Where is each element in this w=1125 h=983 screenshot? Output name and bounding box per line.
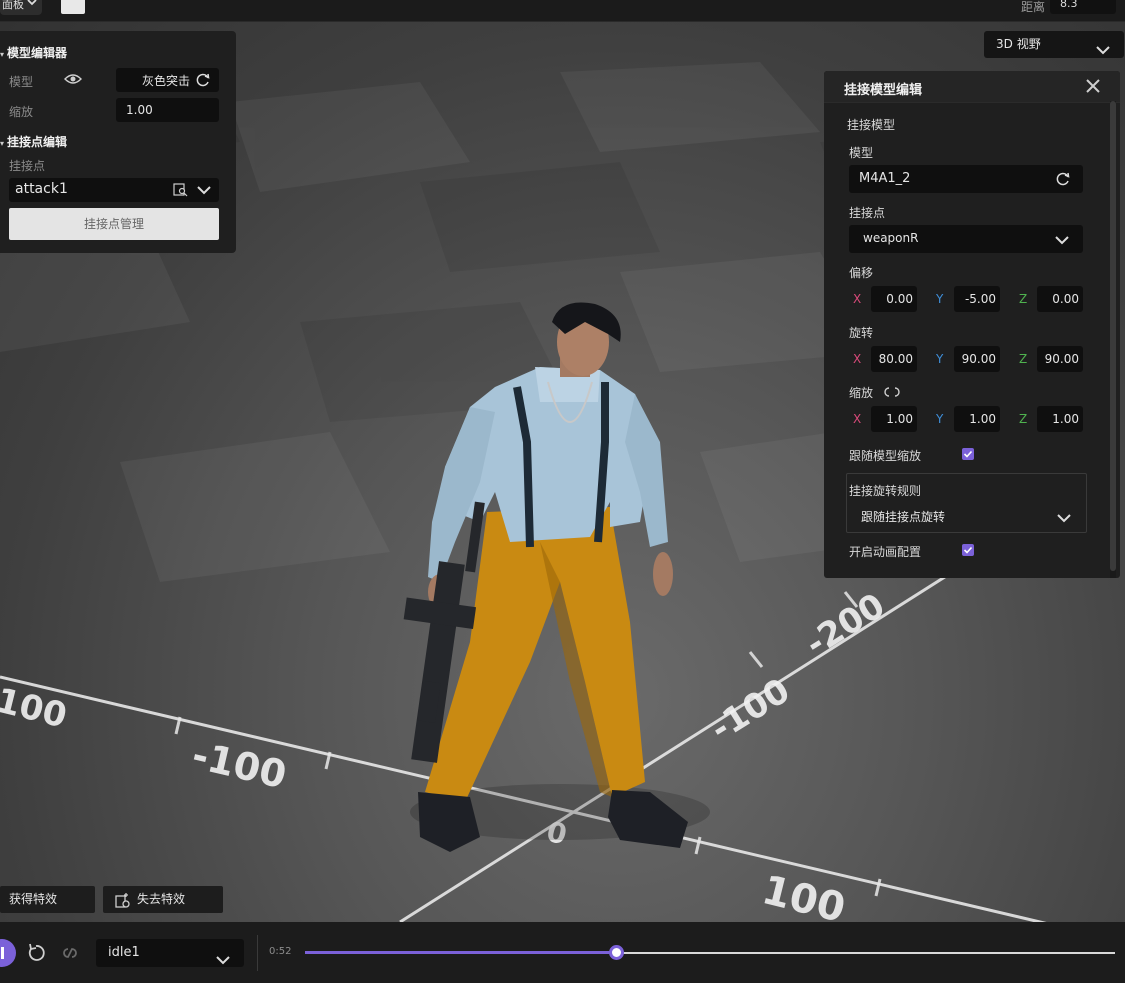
offset-z-axis-label: Z bbox=[1019, 292, 1028, 306]
rotation-rule-dropdown[interactable]: 跟随挂接点旋转 bbox=[848, 502, 1085, 530]
divider bbox=[257, 935, 258, 971]
offset-y-input[interactable]: -5.00 bbox=[954, 286, 1000, 312]
check-icon bbox=[963, 450, 973, 458]
attach-point-dropdown[interactable]: weaponR bbox=[849, 225, 1083, 253]
model-label: 模型 bbox=[849, 146, 874, 160]
offset-label: 偏移 bbox=[849, 266, 874, 280]
color-swatch-button[interactable] bbox=[61, 0, 85, 14]
gain-effect-button[interactable]: 获得特效 bbox=[0, 886, 95, 913]
attach-model-value: M4A1_2 bbox=[859, 171, 911, 186]
attach-point-value: weaponR bbox=[863, 231, 919, 245]
scrollbar-thumb[interactable] bbox=[1110, 101, 1116, 571]
attach-point-value: attack1 bbox=[15, 181, 68, 197]
scale-y-input[interactable]: 1.00 bbox=[954, 406, 1000, 432]
scale-x-axis-label: X bbox=[853, 412, 862, 426]
pause-button[interactable] bbox=[0, 939, 16, 967]
anim-config-checkbox[interactable] bbox=[962, 544, 974, 556]
attach-model-editor-dialog: 挂接模型编辑 挂接模型 模型 M4A1_2 挂接点 weaponR 偏移 X 0… bbox=[824, 71, 1120, 578]
rotation-label: 旋转 bbox=[849, 326, 874, 340]
animation-dropdown[interactable]: idle1 bbox=[96, 939, 244, 967]
effect-remove-icon bbox=[115, 892, 131, 919]
attach-point-editor-title[interactable]: ▾ 挂接点编辑 bbox=[0, 133, 67, 150]
animation-value: idle1 bbox=[108, 945, 140, 960]
rotation-z-input[interactable]: 90.00 bbox=[1037, 346, 1083, 372]
link-icon[interactable] bbox=[883, 386, 901, 400]
rotation-x-input[interactable]: 80.00 bbox=[871, 346, 917, 372]
eye-icon[interactable] bbox=[64, 72, 82, 89]
distance-label: 距离 bbox=[1021, 0, 1046, 14]
rotation-rule-value: 跟随挂接点旋转 bbox=[861, 510, 946, 524]
time-display: 0:52 bbox=[269, 946, 292, 957]
scale-z-input[interactable]: 1.00 bbox=[1037, 406, 1083, 432]
scale-label: 缩放 bbox=[849, 386, 874, 400]
chevron-down-icon bbox=[216, 948, 230, 976]
ground-label-3: -200 bbox=[799, 586, 892, 665]
ground-label-4: -100 bbox=[704, 671, 797, 750]
rotation-x-axis-label: X bbox=[853, 352, 862, 366]
model-editor-panel: ▾ 模型编辑器 模型 灰色突击 缩放 1.00 ▾ 挂接点编辑 挂接点 attack… bbox=[0, 31, 236, 253]
panel-dropdown-label: 面板 bbox=[2, 0, 24, 11]
offset-y-axis-label: Y bbox=[936, 292, 944, 306]
timeline-progress-fill bbox=[305, 951, 617, 954]
chevron-down-icon bbox=[1055, 234, 1069, 248]
locate-icon[interactable] bbox=[173, 183, 188, 200]
panel-dropdown[interactable]: 面板 bbox=[0, 0, 42, 15]
dialog-title: 挂接模型编辑 bbox=[844, 83, 923, 98]
collapse-triangle-icon: ▾ bbox=[0, 139, 5, 148]
refresh-icon[interactable] bbox=[1055, 171, 1071, 190]
manage-attach-points-button[interactable]: 挂接点管理 bbox=[9, 208, 219, 240]
scale-z-axis-label: Z bbox=[1019, 412, 1028, 426]
model-select-field[interactable]: 灰色突击 bbox=[116, 68, 219, 92]
offset-z-input[interactable]: 0.00 bbox=[1037, 286, 1083, 312]
offset-x-input[interactable]: 0.00 bbox=[871, 286, 917, 312]
rotation-rule-label: 挂接旋转规则 bbox=[849, 484, 922, 498]
gain-effect-label: 获得特效 bbox=[9, 892, 58, 906]
lose-effect-button[interactable]: 失去特效 bbox=[103, 886, 223, 913]
view-mode-dropdown[interactable]: 3D 视野 bbox=[984, 31, 1124, 58]
attach-point-label: 挂接点 bbox=[9, 159, 46, 173]
dialog-scrollbar[interactable] bbox=[1110, 101, 1116, 578]
replay-icon[interactable] bbox=[26, 943, 46, 966]
model-label: 模型 bbox=[9, 75, 34, 89]
loop-icon[interactable] bbox=[60, 945, 80, 964]
scale-y-axis-label: Y bbox=[936, 412, 944, 426]
rotation-y-axis-label: Y bbox=[936, 352, 944, 366]
dialog-header[interactable]: 挂接模型编辑 bbox=[824, 71, 1120, 103]
rotation-y-input[interactable]: 90.00 bbox=[954, 346, 1000, 372]
top-toolbar: 面板 距离 8.3 bbox=[0, 0, 1125, 22]
check-icon bbox=[963, 546, 973, 554]
distance-value-field[interactable]: 8.3 bbox=[1050, 0, 1116, 14]
chevron-down-icon bbox=[1096, 38, 1110, 65]
refresh-icon[interactable] bbox=[195, 72, 211, 91]
follow-scale-checkbox[interactable] bbox=[962, 448, 974, 460]
attach-point-dropdown[interactable]: attack1 bbox=[9, 178, 219, 202]
offset-x-axis-label: X bbox=[853, 292, 862, 306]
model-value: 灰色突击 bbox=[142, 74, 191, 88]
rotation-rule-group: 挂接旋转规则 跟随挂接点旋转 bbox=[846, 473, 1087, 533]
attach-model-field[interactable]: M4A1_2 bbox=[849, 165, 1083, 193]
close-icon[interactable] bbox=[1084, 77, 1102, 95]
follow-scale-label: 跟随模型缩放 bbox=[849, 449, 922, 463]
scale-input[interactable]: 1.00 bbox=[116, 98, 219, 122]
chevron-down-icon bbox=[26, 0, 38, 9]
chevron-down-icon bbox=[1057, 512, 1071, 526]
scale-x-input[interactable]: 1.00 bbox=[871, 406, 917, 432]
scale-label: 缩放 bbox=[9, 105, 34, 119]
chevron-down-icon bbox=[197, 184, 211, 198]
view-mode-value: 3D 视野 bbox=[996, 37, 1041, 51]
rotation-z-axis-label: Z bbox=[1019, 352, 1028, 366]
pause-icon bbox=[1, 947, 4, 959]
anim-config-label: 开启动画配置 bbox=[849, 545, 922, 559]
model-editor-title[interactable]: ▾ 模型编辑器 bbox=[0, 44, 67, 61]
attach-point-label: 挂接点 bbox=[849, 206, 886, 220]
timeline-scrubber-handle[interactable] bbox=[609, 945, 624, 960]
timeline-bar: idle1 0:52 bbox=[0, 922, 1125, 983]
collapse-triangle-icon: ▾ bbox=[0, 50, 5, 59]
attach-model-section-label: 挂接模型 bbox=[847, 118, 896, 132]
lose-effect-label: 失去特效 bbox=[137, 892, 186, 906]
